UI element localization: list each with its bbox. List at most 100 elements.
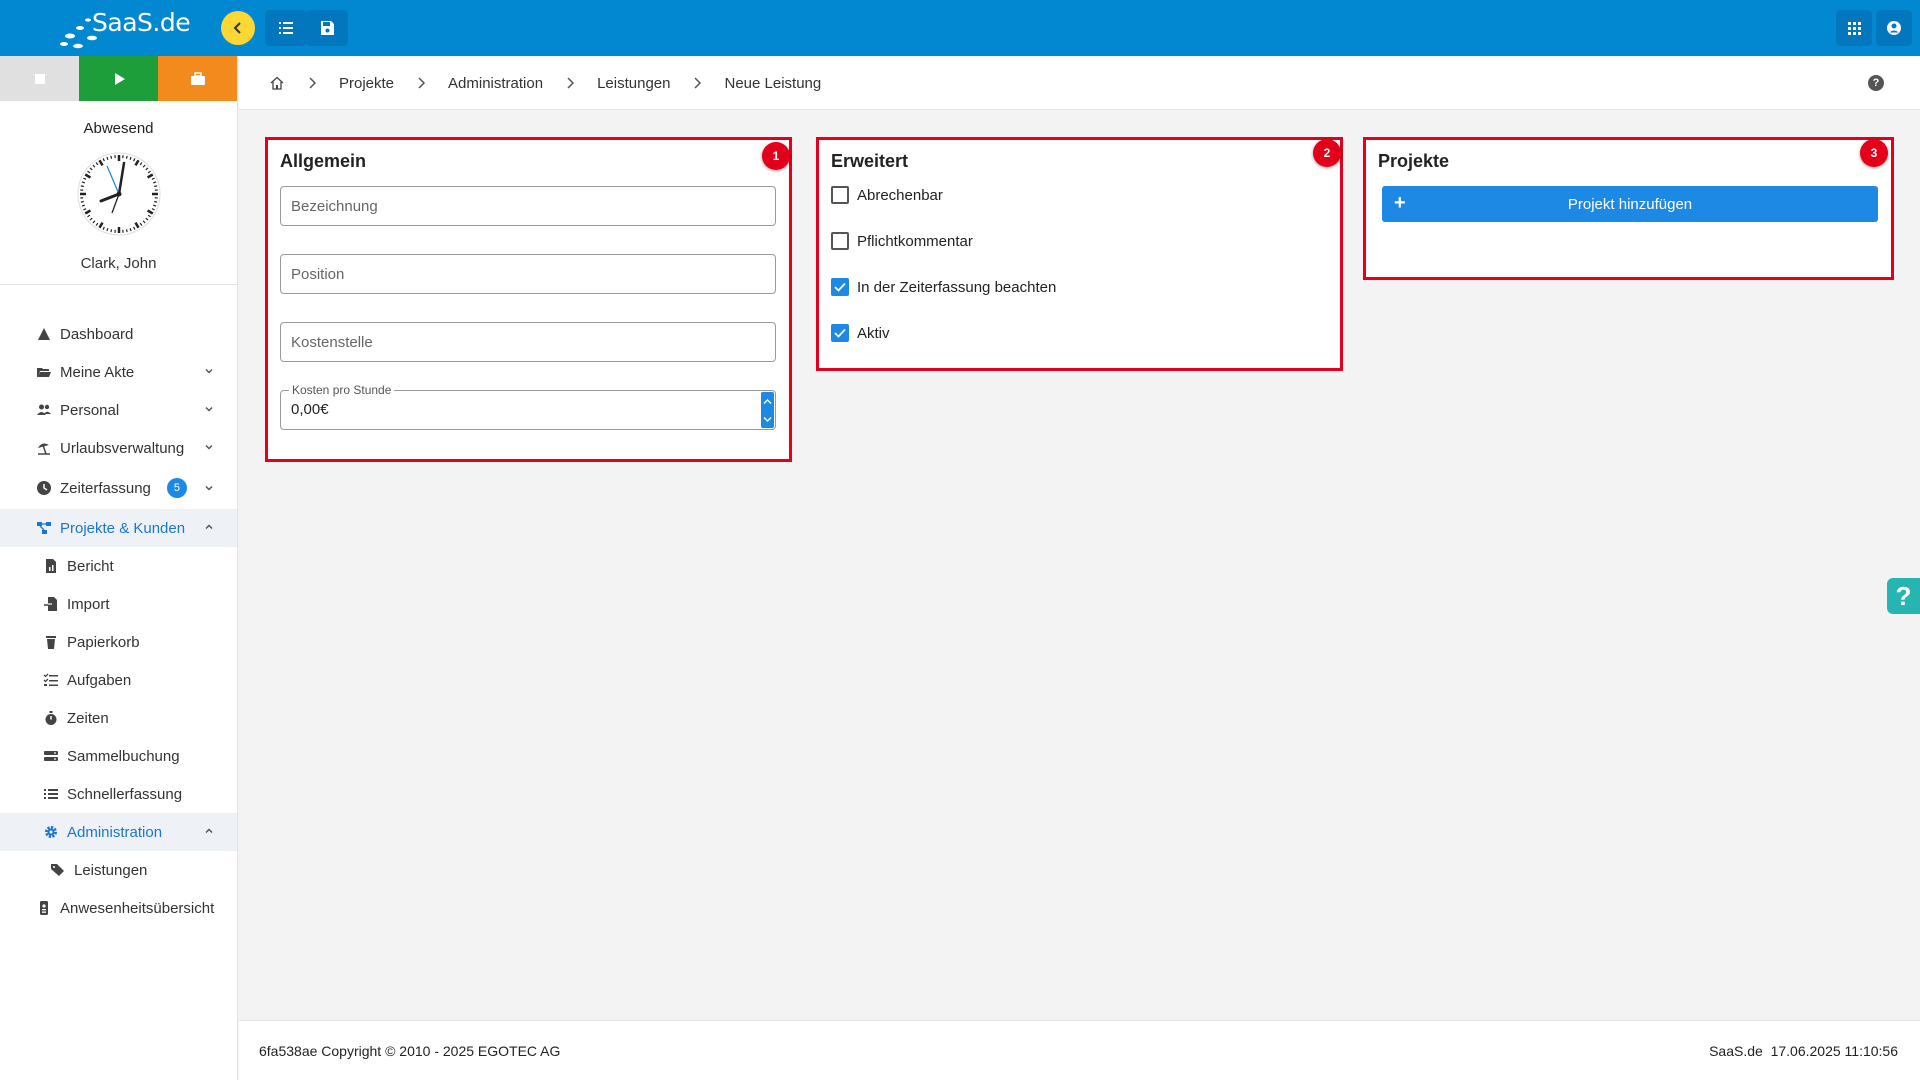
general-card-title: Allgemein (280, 151, 367, 171)
chevron-right-icon (694, 77, 702, 89)
server-icon (43, 748, 59, 764)
sidebar-item-sammelbuchung[interactable]: Sammelbuchung (0, 737, 237, 775)
tasks-icon (43, 672, 59, 688)
checkbox[interactable] (831, 232, 849, 250)
checkbox-label: In der Zeiterfassung beachten (857, 278, 1057, 296)
sidebar-menu: Dashboard Meine Akte Personal Urlaubsver… (0, 315, 237, 927)
position-field[interactable] (280, 254, 776, 294)
hourly-cost-field[interactable]: Kosten pro Stunde 0,00€ (280, 383, 776, 430)
sidebar-item-meine-akte[interactable]: Meine Akte (0, 353, 237, 391)
sidebar-item-urlaubsverwaltung[interactable]: Urlaubsverwaltung (0, 429, 237, 467)
user-name: Clark, John (80, 255, 157, 272)
name-input[interactable] (281, 187, 775, 225)
chevron-up-icon[interactable] (763, 398, 772, 405)
breadcrumb-item-leistungen[interactable]: Leistungen (597, 75, 670, 92)
sidebar-item-label: Papierkorb (67, 633, 140, 651)
sidebar-item-label: Anwesenheitsübersicht (60, 899, 215, 917)
list-view-button[interactable] (265, 10, 307, 46)
chevron-right-icon (567, 77, 575, 89)
sidebar-item-personal[interactable]: Personal (0, 391, 237, 429)
copyright-text: 6fa538ae Copyright © 2010 - 2025 EGOTEC … (259, 1043, 561, 1059)
marker-2: 2 (1313, 139, 1341, 167)
clock-tick (80, 185, 84, 188)
sidebar-item-label: Zeiten (67, 709, 109, 727)
cost-center-input[interactable] (281, 323, 775, 361)
apps-button[interactable] (1836, 10, 1872, 46)
umbrella-beach-icon (36, 440, 52, 456)
sidebar-item-label: Meine Akte (60, 363, 135, 381)
breadcrumb-item-current: Neue Leistung (724, 74, 822, 92)
stopwatch-icon (43, 710, 59, 726)
brand-name: SaaS.de (92, 8, 191, 37)
chevron-down-icon (205, 485, 213, 491)
list-icon (43, 786, 59, 802)
number-stepper[interactable] (761, 392, 774, 428)
sidebar-item-label: Schnellerfassung (67, 785, 183, 803)
checkbox-pflichtkommentar[interactable]: Pflichtkommentar (831, 232, 973, 250)
checkbox-aktiv[interactable]: Aktiv (831, 324, 890, 342)
cost-center-field[interactable] (280, 322, 776, 362)
collapse-sidebar-button[interactable] (221, 11, 255, 45)
check-icon (834, 282, 846, 292)
clock-tick (80, 200, 84, 203)
checkbox-label: Aktiv (857, 324, 890, 342)
sidebar-item-schnellerfassung[interactable]: Schnellerfassung (0, 775, 237, 813)
home-icon[interactable] (269, 75, 285, 91)
save-button[interactable] (306, 10, 348, 46)
sidebar-item-label: Zeiterfassung (60, 479, 151, 497)
dashboard-icon (36, 326, 52, 342)
sidebar: Abwesend Clark, John Dashboard Meine Akt… (0, 56, 238, 1080)
apps-grid-icon (1848, 22, 1861, 35)
floating-help-button[interactable]: ? (1887, 578, 1920, 614)
clock-tick (153, 185, 157, 188)
checkbox[interactable] (831, 278, 849, 296)
sidebar-item-label: Administration (67, 823, 163, 841)
divider (0, 284, 237, 285)
clock-tick (125, 229, 128, 233)
sidebar-item-leistungen[interactable]: Leistungen (0, 851, 237, 889)
name-field[interactable] (280, 186, 776, 226)
checkbox[interactable] (831, 186, 849, 204)
file-import-icon (43, 596, 59, 612)
checkbox-zeiterfassung-beachten[interactable]: In der Zeiterfassung beachten (831, 278, 1056, 296)
start-button[interactable] (79, 56, 158, 101)
add-project-button[interactable]: + Projekt hinzufügen (1382, 186, 1878, 222)
user-circle-icon (1887, 21, 1901, 35)
marker-1: 1 (762, 142, 790, 170)
sidebar-item-aufgaben[interactable]: Aufgaben (0, 661, 237, 699)
sidebar-item-administration[interactable]: Administration (0, 813, 237, 851)
breadcrumb-item-projekte[interactable]: Projekte (339, 75, 394, 92)
clock-icon (36, 480, 52, 496)
sidebar-item-projekte-kunden[interactable]: Projekte & Kunden (0, 509, 237, 547)
chevron-right-icon (309, 77, 317, 89)
saas-logo[interactable]: SaaS.de (58, 6, 191, 49)
list-icon (279, 22, 293, 34)
breadcrumb-item-administration[interactable]: Administration (448, 75, 543, 92)
chevron-down-icon (205, 368, 213, 374)
position-input[interactable] (281, 255, 775, 293)
question-circle-icon[interactable]: ? (1868, 75, 1884, 91)
sidebar-item-zeiten[interactable]: Zeiten (0, 699, 237, 737)
sidebar-item-zeiterfassung[interactable]: Zeiterfassung 5 (0, 467, 237, 509)
checkbox[interactable] (831, 324, 849, 342)
sidebar-item-dashboard[interactable]: Dashboard (0, 315, 237, 353)
project-diagram-icon (36, 520, 52, 536)
chevron-down-icon[interactable] (763, 416, 772, 423)
break-button[interactable] (158, 56, 237, 101)
footer-datetime: SaaS.de 17.06.2025 11:10:56 (1709, 1043, 1898, 1059)
sidebar-item-anwesenheitsuebersicht[interactable]: Anwesenheitsübersicht (0, 889, 237, 927)
chevron-down-icon (205, 406, 213, 412)
sidebar-item-papierkorb[interactable]: Papierkorb (0, 623, 237, 661)
plus-icon: + (1394, 192, 1406, 214)
file-report-icon (43, 558, 59, 574)
sidebar-item-bericht[interactable]: Bericht (0, 547, 237, 585)
trash-icon (43, 634, 59, 650)
stop-button[interactable] (0, 56, 79, 101)
sidebar-item-import[interactable]: Import (0, 585, 237, 623)
sidebar-item-label: Leistungen (74, 861, 148, 879)
account-button[interactable] (1876, 10, 1912, 46)
briefcase-icon (190, 71, 205, 85)
hourly-cost-value[interactable]: 0,00€ (291, 401, 329, 418)
checkbox-abrechenbar[interactable]: Abrechenbar (831, 186, 943, 204)
presence-status: Abwesend (83, 120, 154, 137)
